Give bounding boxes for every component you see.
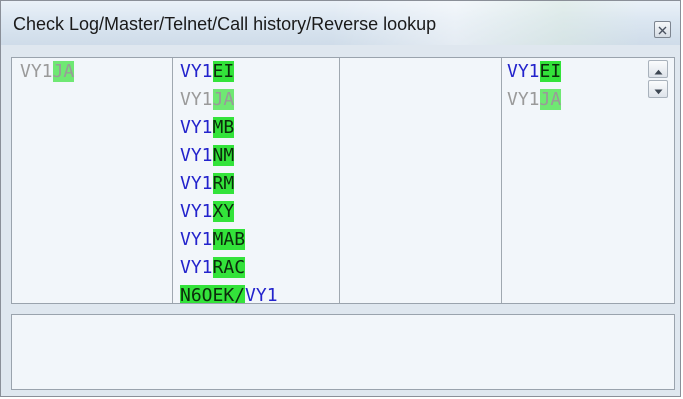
callsign-prefix: VY1: [507, 89, 540, 110]
callsign-prefix: VY1: [180, 117, 213, 138]
reverse-lookup-column: VY1EI VY1JA: [505, 58, 645, 303]
column-divider: [339, 58, 340, 303]
callsign-prefix: VY1: [180, 257, 213, 278]
vertical-scrollbar[interactable]: [648, 58, 670, 106]
close-button[interactable]: [654, 21, 671, 38]
callsign-entry[interactable]: VY1NM: [178, 142, 336, 170]
scroll-up-button[interactable]: [648, 60, 668, 78]
callsign-prefix: VY1: [180, 229, 213, 250]
telnet-column: [342, 58, 500, 303]
callsign-prefix: VY1: [180, 201, 213, 222]
callsign-entry[interactable]: VY1JA: [18, 58, 168, 86]
callsign-entry[interactable]: N6OEK/VY1: [178, 282, 336, 303]
callsign-suffix: MAB: [212, 229, 246, 250]
callsign-prefix: VY1: [507, 61, 540, 82]
scroll-up-arrow-icon: [654, 60, 663, 79]
callsign-prefix: VY1: [180, 89, 213, 110]
callsign-suffix: RAC: [212, 257, 246, 278]
callsign-suffix: JA: [539, 89, 562, 110]
callsign-suffix: JA: [52, 61, 75, 82]
callsign-suffix: EI: [539, 61, 562, 82]
master-column: VY1EI VY1JA VY1MB VY1NM VY1RM VY1XY VY1MAB VY1R…: [178, 58, 336, 303]
callsign-suffix: EI: [212, 61, 235, 82]
callsign-suffix: MB: [212, 117, 235, 138]
check-log-window: Check Log/Master/Telnet/Call history/Rev…: [0, 0, 681, 397]
column-divider: [172, 58, 173, 303]
callsign-suffix: JA: [212, 89, 235, 110]
callsign-entry[interactable]: VY1EI: [505, 58, 645, 86]
callsign-prefix: VY1: [20, 61, 53, 82]
scroll-down-button[interactable]: [648, 80, 668, 98]
callsign-suffix: NM: [212, 145, 235, 166]
callsign-tail: VY1: [245, 285, 278, 303]
callsign-suffix: XY: [212, 201, 235, 222]
check-log-column: VY1JA: [18, 58, 168, 303]
callsign-entry[interactable]: VY1JA: [505, 86, 645, 114]
lookup-panel: VY1JA VY1EI VY1JA VY1MB VY1NM VY1RM VY1XY VY1M…: [11, 57, 675, 304]
title-bar[interactable]: Check Log/Master/Telnet/Call history/Rev…: [1, 1, 680, 45]
callsign-prefix: VY1: [180, 145, 213, 166]
callsign-entry[interactable]: VY1MB: [178, 114, 336, 142]
callsign-prefix: VY1: [180, 61, 213, 82]
callsign-suffix: N6OEK/: [180, 285, 246, 303]
column-divider: [501, 58, 502, 303]
callsign-entry[interactable]: VY1EI: [178, 58, 336, 86]
callsign-entry[interactable]: VY1JA: [178, 86, 336, 114]
window-title: Check Log/Master/Telnet/Call history/Rev…: [13, 14, 437, 34]
callsign-entry[interactable]: VY1XY: [178, 198, 336, 226]
close-icon: [658, 20, 667, 39]
callsign-suffix: RM: [212, 173, 235, 194]
callsign-entry[interactable]: VY1RM: [178, 170, 336, 198]
call-history-box[interactable]: [11, 314, 675, 390]
scroll-down-arrow-icon: [654, 80, 663, 99]
callsign-entry[interactable]: VY1MAB: [178, 226, 336, 254]
callsign-entry[interactable]: VY1RAC: [178, 254, 336, 282]
callsign-prefix: VY1: [180, 173, 213, 194]
